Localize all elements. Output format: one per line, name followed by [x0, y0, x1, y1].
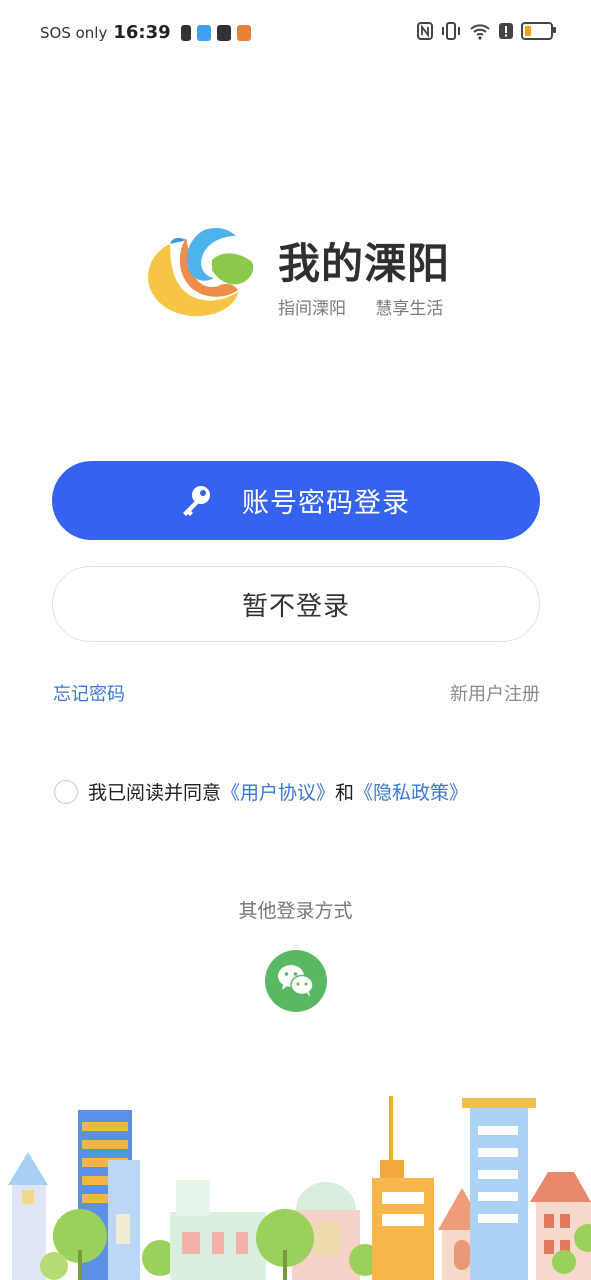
- forgot-password-link[interactable]: 忘记密码: [53, 680, 125, 706]
- other-login-label: 其他登录方式: [238, 900, 353, 922]
- app-slogan: 指间溧阳 慧享生活: [278, 294, 467, 319]
- novel-app-notification-icon: [236, 24, 251, 41]
- vibrate-icon: [442, 22, 460, 40]
- app-notification-icon: [196, 24, 211, 41]
- clock-time: 16:39: [113, 22, 171, 43]
- upload-notification-icon: [216, 24, 231, 41]
- agreement-row: 我已阅读并同意 《用户协议》 和 《隐私政策》: [54, 778, 468, 805]
- account-password-login-button[interactable]: 账号密码登录: [52, 461, 540, 540]
- wechat-login-button[interactable]: [265, 950, 327, 1012]
- agreement-and: 和: [335, 782, 355, 804]
- nfc-icon: [417, 22, 433, 40]
- agreement-prefix: 我已阅读并同意: [88, 782, 222, 804]
- city-skyline-illustration: [8, 1096, 591, 1280]
- slogan-part-2: 慧享生活: [375, 299, 444, 319]
- skip-login-button[interactable]: 暂不登录: [52, 566, 540, 642]
- slogan-part-1: 指间溧阳: [278, 299, 346, 319]
- agreement-checkbox[interactable]: [54, 779, 78, 804]
- user-agreement-link[interactable]: 《用户协议》: [221, 778, 335, 805]
- battery-icon: [521, 22, 556, 40]
- wechat-icon: [278, 965, 314, 997]
- carrier-text: SOS only: [40, 23, 108, 42]
- app-header: 我的溧阳 指间溧阳 慧享生活: [142, 224, 472, 324]
- wifi-icon: [470, 24, 490, 40]
- key-icon: [183, 486, 210, 516]
- alert-notification-icon: [180, 24, 191, 41]
- app-title: 我的溧阳: [278, 239, 451, 288]
- privacy-policy-link[interactable]: 《隐私政策》: [354, 778, 468, 805]
- account-login-label: 账号密码登录: [242, 488, 410, 519]
- app-logo: [148, 228, 254, 317]
- status-bar: SOS only 16:39: [0, 0, 591, 66]
- new-user-register-link[interactable]: 新用户注册: [450, 680, 540, 706]
- skip-login-label: 暂不登录: [241, 591, 350, 622]
- warning-icon: [499, 23, 513, 39]
